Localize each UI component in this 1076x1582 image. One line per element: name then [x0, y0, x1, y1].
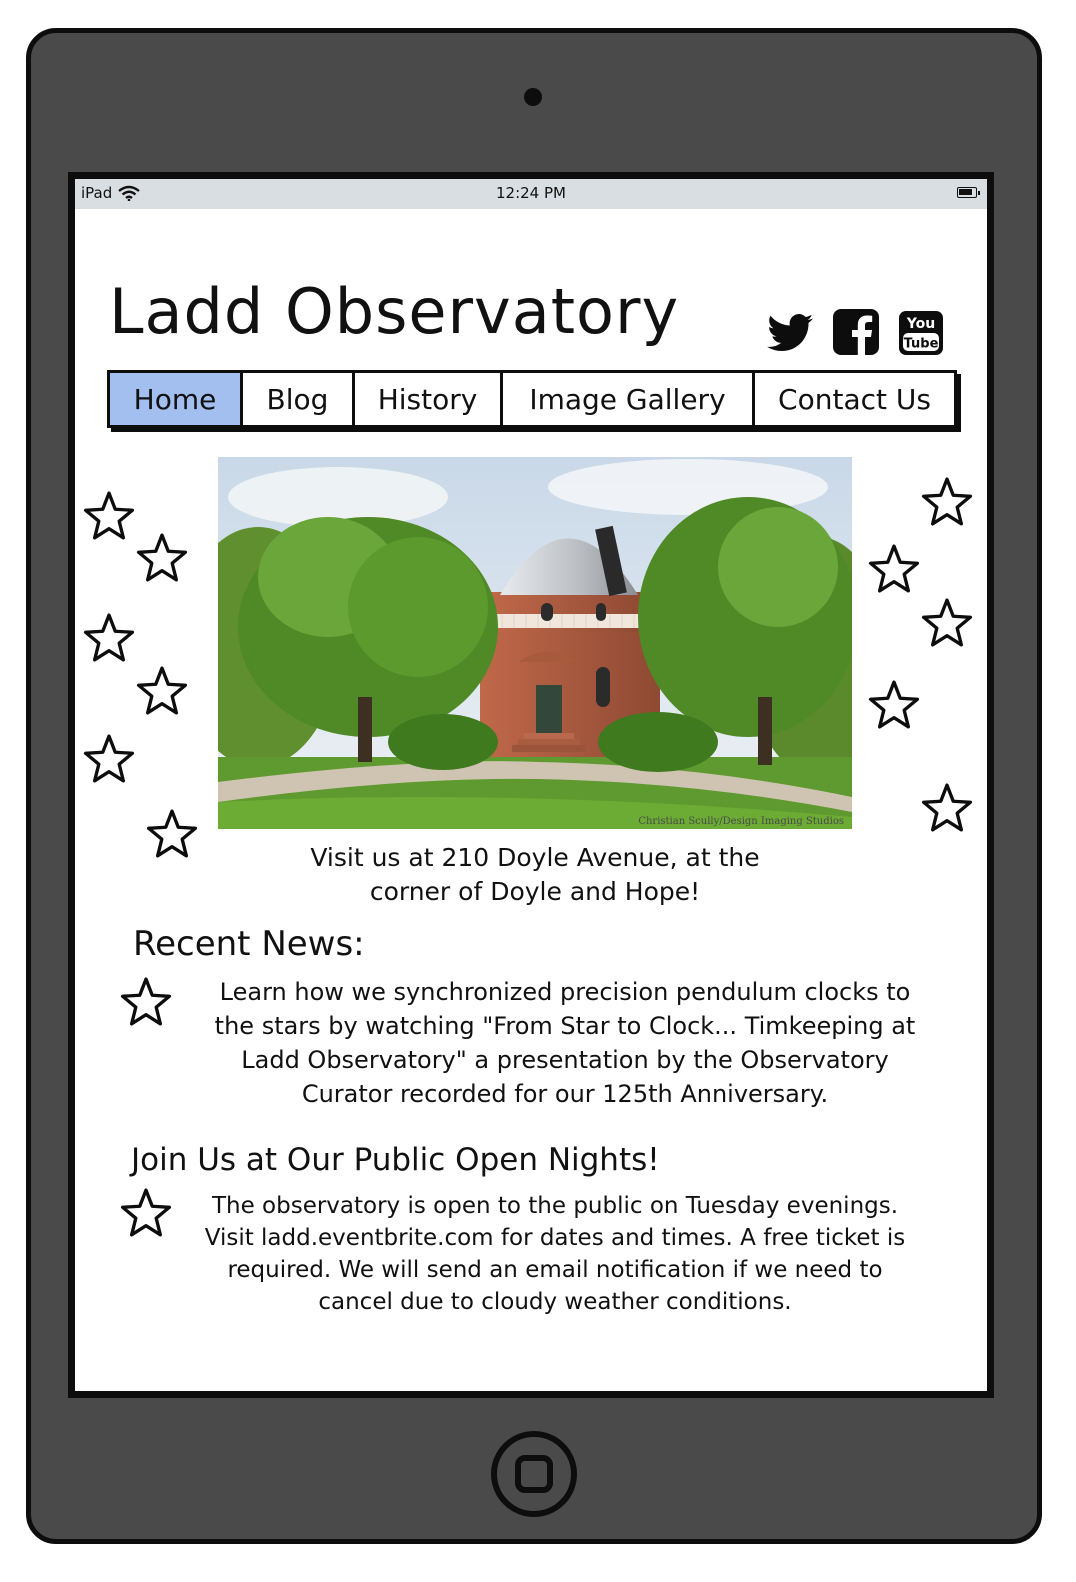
star-icon	[120, 1187, 172, 1239]
caption-line-2: corner of Doyle and Hope!	[369, 877, 701, 906]
screen: iPad 12:24 PM Ladd Observatory You Tube …	[68, 172, 994, 1398]
hero-image: Christian Scully/Design Imaging Studios	[218, 457, 852, 829]
open-nights-line-2: Visit ladd.eventbrite.com for dates and …	[204, 1225, 906, 1251]
home-button-icon[interactable]	[488, 1428, 580, 1520]
open-nights-text: The observatory is open to the public on…	[185, 1190, 925, 1318]
nav-home[interactable]: Home	[110, 373, 243, 425]
star-icon	[136, 532, 188, 584]
battery-icon	[957, 187, 980, 198]
open-nights-line-1: The observatory is open to the public on…	[211, 1193, 899, 1219]
news-line-1: Learn how we synchronized precision pend…	[219, 978, 911, 1006]
news-line-3: Ladd Observatory" a presentation by the …	[241, 1046, 889, 1074]
star-icon	[136, 665, 188, 717]
caption-line-1: Visit us at 210 Doyle Avenue, at the	[310, 843, 760, 872]
facebook-icon[interactable]	[832, 308, 880, 356]
open-nights-heading: Join Us at Our Public Open Nights!	[131, 1142, 660, 1178]
star-icon	[146, 808, 198, 860]
star-icon	[921, 476, 973, 528]
nav-history[interactable]: History	[355, 373, 503, 425]
star-icon	[83, 733, 135, 785]
status-bar: iPad 12:24 PM	[75, 179, 987, 209]
svg-text:Tube: Tube	[904, 337, 939, 352]
star-icon	[868, 543, 920, 595]
star-icon	[83, 612, 135, 664]
nav-image-gallery[interactable]: Image Gallery	[503, 373, 755, 425]
youtube-icon[interactable]: You Tube	[898, 310, 944, 356]
recent-news-heading: Recent News:	[133, 924, 365, 964]
twitter-icon[interactable]	[767, 312, 815, 354]
star-icon	[921, 782, 973, 834]
site-title: Ladd Observatory	[109, 275, 680, 348]
star-icon	[921, 597, 973, 649]
news-line-2: the stars by watching "From Star to Cloc…	[214, 1012, 916, 1040]
recent-news-text[interactable]: Learn how we synchronized precision pend…	[185, 975, 945, 1111]
address-caption: Visit us at 210 Doyle Avenue, at the cor…	[255, 841, 815, 909]
star-icon	[868, 679, 920, 731]
news-line-4: Curator recorded for our 125th Anniversa…	[301, 1080, 829, 1108]
main-nav: Home Blog History Image Gallery Contact …	[107, 370, 957, 428]
star-icon	[120, 976, 172, 1028]
nav-contact-us[interactable]: Contact Us	[755, 373, 954, 425]
svg-text:You: You	[906, 316, 935, 332]
camera-icon	[524, 88, 542, 106]
star-icon	[83, 490, 135, 542]
status-time: 12:24 PM	[496, 184, 566, 202]
open-nights-line-3: required. We will send an email notifica…	[227, 1257, 883, 1283]
nav-blog[interactable]: Blog	[243, 373, 355, 425]
photo-credit: Christian Scully/Design Imaging Studios	[638, 816, 844, 827]
open-nights-line-4: cancel due to cloudy weather conditions.	[318, 1289, 792, 1315]
